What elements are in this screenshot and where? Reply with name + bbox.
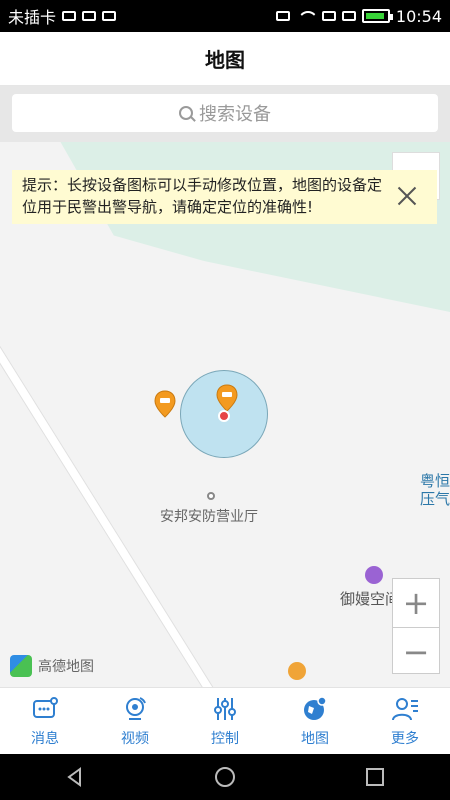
food-icon — [288, 662, 306, 680]
tab-control-label: 控制 — [211, 731, 239, 747]
recents-icon[interactable] — [364, 766, 386, 788]
keyboard-icon — [102, 11, 117, 21]
tab-more-label: 更多 — [391, 731, 419, 747]
tab-video[interactable]: 视频 — [90, 688, 180, 754]
amap-logo-icon — [10, 655, 32, 677]
vibrate-icon — [275, 11, 290, 21]
image-icon — [82, 11, 97, 21]
camera-icon — [126, 697, 146, 720]
tip-banner: 提示：长按设备图标可以手动修改位置，地图的设备定位用于民警出警导航，请确定定位的… — [12, 170, 437, 224]
wifi-icon — [296, 9, 316, 23]
user-more-icon — [392, 698, 418, 721]
tab-map[interactable]: 地图 — [270, 688, 360, 754]
usb-icon — [62, 11, 77, 21]
tip-text: 提示：长按设备图标可以手动修改位置，地图的设备定位用于民警出警导航，请确定定位的… — [22, 176, 383, 216]
clock-text: 10:54 — [395, 6, 442, 26]
status-bar: 未插卡 10:54 — [0, 0, 450, 32]
zoom-in-button[interactable]: + — [393, 579, 439, 627]
shop-icon — [365, 566, 383, 584]
map-edge-label: 粤恒 压气 — [420, 472, 450, 508]
back-icon[interactable] — [64, 766, 86, 788]
tab-more[interactable]: 更多 — [360, 688, 450, 754]
device-marker-1[interactable] — [154, 390, 176, 418]
system-nav-bar — [0, 754, 450, 800]
map-green-area — [60, 142, 450, 312]
device-marker-2[interactable] — [216, 384, 238, 412]
status-right: 10:54 — [275, 6, 442, 26]
map-view[interactable]: 提示：长按设备图标可以手动修改位置，地图的设备定位用于民警出警导航，请确定定位的… — [0, 142, 450, 687]
poi-label: 安邦安防营业厅 — [160, 509, 258, 525]
status-left: 未插卡 — [8, 4, 117, 28]
map-provider-logo: 高德地图 — [10, 655, 94, 677]
location-pin-icon — [154, 390, 176, 418]
sim-2-icon — [341, 11, 356, 21]
message-icon — [33, 697, 58, 718]
search-icon — [179, 106, 193, 120]
search-input[interactable]: 搜索设备 — [12, 94, 438, 132]
home-icon[interactable] — [214, 766, 236, 788]
tab-message-label: 消息 — [31, 731, 59, 747]
search-placeholder: 搜索设备 — [199, 104, 271, 125]
page-title: 地图 — [205, 48, 245, 72]
sliders-icon — [214, 698, 236, 720]
header: 地图 — [0, 32, 450, 86]
logo-text: 高德地图 — [38, 659, 94, 675]
close-icon[interactable] — [397, 186, 417, 206]
bottom-tab-bar: 消息 视频 控制 地图 更多 — [0, 687, 450, 754]
map-edge-label-1: 粤恒 — [419, 472, 450, 490]
zoom-control: + − — [392, 578, 440, 674]
shop-label: 御嫚空间 — [340, 590, 401, 608]
carrier-text: 未插卡 — [8, 8, 57, 27]
map-globe-icon — [304, 696, 327, 720]
tab-message[interactable]: 消息 — [0, 688, 90, 754]
location-pin-icon — [216, 384, 238, 412]
zoom-out-button[interactable]: − — [393, 627, 439, 675]
tab-map-label: 地图 — [301, 731, 329, 747]
current-location-dot — [218, 410, 230, 422]
battery-icon — [361, 9, 393, 23]
sim-1-icon — [321, 11, 336, 21]
poi-dot — [207, 492, 215, 500]
tab-control[interactable]: 控制 — [180, 688, 270, 754]
search-bar-wrap: 搜索设备 — [0, 86, 450, 142]
tab-video-label: 视频 — [121, 731, 149, 747]
map-edge-label-2: 压气 — [419, 490, 450, 508]
